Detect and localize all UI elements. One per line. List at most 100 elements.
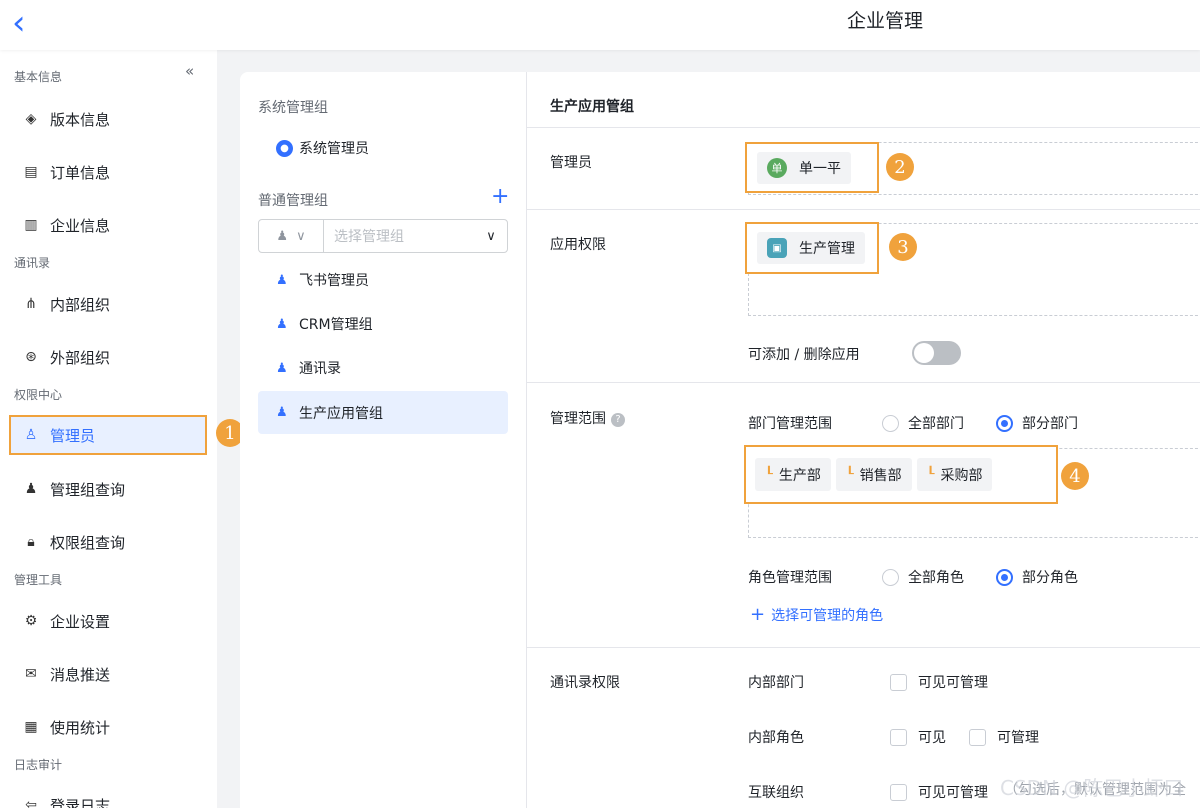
role-scope-label: 角色管理范围 (748, 570, 832, 586)
group-item-label: CRM管理组 (299, 317, 373, 333)
checkbox-label: 可见可管理 (918, 785, 988, 801)
add-group-icon[interactable]: + (491, 184, 509, 209)
group-item-contacts[interactable]: ♟ 通讯录 (258, 348, 508, 388)
dept-tag[interactable]: ┖ 销售部 (835, 458, 912, 491)
sidebar-section-permission: 权限中心 (14, 388, 63, 402)
select-roles-label: 选择可管理的角色 (771, 607, 884, 624)
radio-all-depts[interactable]: 全部部门 (882, 413, 964, 433)
radio-part-roles[interactable]: 部分角色 (996, 567, 1078, 587)
group-item-production[interactable]: ♟ 生产应用管组 (258, 391, 508, 434)
scope-label: 管理范围? (550, 408, 625, 428)
admin-user-icon: ♙ (24, 427, 38, 443)
sidebar-item-orders[interactable]: ▤ 订单信息 (22, 157, 110, 187)
checkbox-label: 可见 (918, 730, 946, 746)
clipboard-icon: ▤ (24, 164, 38, 180)
group-select-placeholder: 选择管理组 (334, 229, 404, 245)
group-item-label: 飞书管理员 (299, 273, 369, 289)
checkbox-internal-dept-manage[interactable]: 可见可管理 (890, 672, 988, 692)
sidebar-item-internal-org[interactable]: ⋔ 内部组织 (22, 289, 110, 319)
dept-name: 销售部 (859, 467, 902, 484)
app-tag-box: ▣ 生产管理 (745, 222, 879, 274)
group-query-icon: ♟ (24, 481, 38, 497)
divider (527, 647, 1200, 648)
checkbox-label: 可见可管理 (918, 675, 988, 691)
sidebar-section-audit: 日志审计 (14, 758, 63, 772)
dept-tag[interactable]: ┖ 生产部 (755, 458, 831, 491)
sidebar-item-label: 消息推送 (50, 665, 111, 684)
admin-tag[interactable]: 单单一平 (757, 151, 851, 184)
collapse-sidebar-icon[interactable]: « (185, 62, 194, 80)
sidebar-item-label: 企业设置 (50, 612, 111, 631)
avatar: 单 (767, 157, 787, 178)
page-title: 企业管理 (846, 10, 923, 32)
sidebar-item-settings[interactable]: ⚙ 企业设置 (22, 606, 110, 636)
sidebar-item-permission-query[interactable]: 🔒︎ 权限组查询 (22, 527, 125, 557)
column-divider (526, 72, 527, 808)
radio-circle (882, 568, 899, 586)
contacts-permission-label: 通讯录权限 (550, 675, 620, 691)
help-icon[interactable]: ? (611, 413, 625, 427)
group-users-icon: ♟ (276, 405, 288, 420)
radio-all-roles[interactable]: 全部角色 (882, 567, 964, 587)
system-admin-item[interactable]: ● 系统管理员 (276, 138, 369, 158)
group-filter-dropdown[interactable]: ♟ ∨ (259, 220, 324, 252)
checkbox-linked-org-manage[interactable]: 可见可管理 (890, 782, 988, 802)
building-icon: ▥ (24, 217, 38, 233)
detail-title: 生产应用管组 (550, 99, 634, 115)
top-bar: ‹ 企业管理 (0, 0, 1200, 50)
gear-icon: ⚙ (24, 613, 38, 629)
group-item-crm[interactable]: ♟ CRM管理组 (258, 304, 508, 344)
checkbox (890, 728, 907, 746)
org-tree-icon: ┖ (926, 467, 935, 482)
sidebar-section-basic: 基本信息 (14, 70, 63, 84)
sidebar-item-label: 管理组查询 (50, 480, 126, 499)
annotation-badge-3: 3 (889, 233, 917, 261)
app-tag[interactable]: ▣ 生产管理 (757, 232, 865, 264)
app-name: 生产管理 (799, 241, 855, 257)
sidebar-item-label: 使用统计 (50, 718, 111, 737)
checkbox-internal-role-manage[interactable]: 可管理 (969, 727, 1039, 747)
radio-circle-checked (996, 568, 1013, 586)
radio-circle (882, 414, 899, 432)
internal-dept-label: 内部部门 (748, 675, 804, 691)
toggle-knob (914, 343, 934, 363)
stats-icon: ▦ (24, 719, 38, 735)
dept-tag[interactable]: ┖ 采购部 (916, 458, 993, 491)
sidebar-item-label: 企业信息 (50, 216, 111, 235)
sidebar-item-version[interactable]: ◈ 版本信息 (22, 104, 110, 134)
radio-label: 部分角色 (1022, 570, 1078, 586)
sidebar-item-external-org[interactable]: ⊛ 外部组织 (22, 342, 110, 372)
group-users-icon: ♟ (276, 272, 288, 288)
external-org-icon: ⊛ (25, 349, 37, 365)
dept-name: 生产部 (778, 467, 821, 484)
message-icon: ✉ (25, 666, 37, 682)
checkbox (969, 728, 986, 746)
sidebar-item-messages[interactable]: ✉ 消息推送 (22, 659, 110, 689)
select-roles-link[interactable]: + 选择可管理的角色 (750, 604, 883, 625)
layers-icon: ◈ (25, 111, 37, 127)
sidebar-item-group-query[interactable]: ♟ 管理组查询 (22, 474, 125, 504)
checkbox-internal-role-visible[interactable]: 可见 (890, 727, 946, 747)
org-tree-icon: ┖ (845, 467, 854, 482)
sidebar-item-label: 外部组织 (50, 348, 111, 367)
scope-label-text: 管理范围 (550, 411, 606, 427)
divider (527, 382, 1200, 383)
sidebar-section-contacts: 通讯录 (14, 256, 51, 270)
admin-tag-box: 单单一平 (745, 142, 879, 193)
sidebar-item-company[interactable]: ▥ 企业信息 (22, 210, 110, 240)
group-select[interactable]: ♟ ∨ 选择管理组 ∨ (258, 219, 508, 253)
group-item-feishu[interactable]: ♟ 飞书管理员 (258, 260, 508, 300)
app-edit-toggle[interactable] (912, 341, 961, 365)
sidebar-item-admin[interactable]: ♙ 管理员 (9, 415, 207, 455)
radio-part-depts[interactable]: 部分部门 (996, 413, 1078, 433)
radio-label: 部分部门 (1022, 416, 1078, 432)
sidebar-section-tools: 管理工具 (14, 573, 63, 587)
normal-group-title: 普通管理组 (258, 193, 328, 209)
sidebar-item-label: 版本信息 (50, 110, 111, 129)
radio-label: 全部部门 (908, 416, 964, 432)
internal-role-label: 内部角色 (748, 730, 804, 746)
sidebar-item-login-log[interactable]: ⇦ 登录日志 (22, 790, 110, 808)
sidebar-item-stats[interactable]: ▦ 使用统计 (22, 712, 110, 742)
sidebar-item-label: 订单信息 (50, 163, 111, 182)
toggle-label: 可添加 / 删除应用 (748, 347, 860, 363)
